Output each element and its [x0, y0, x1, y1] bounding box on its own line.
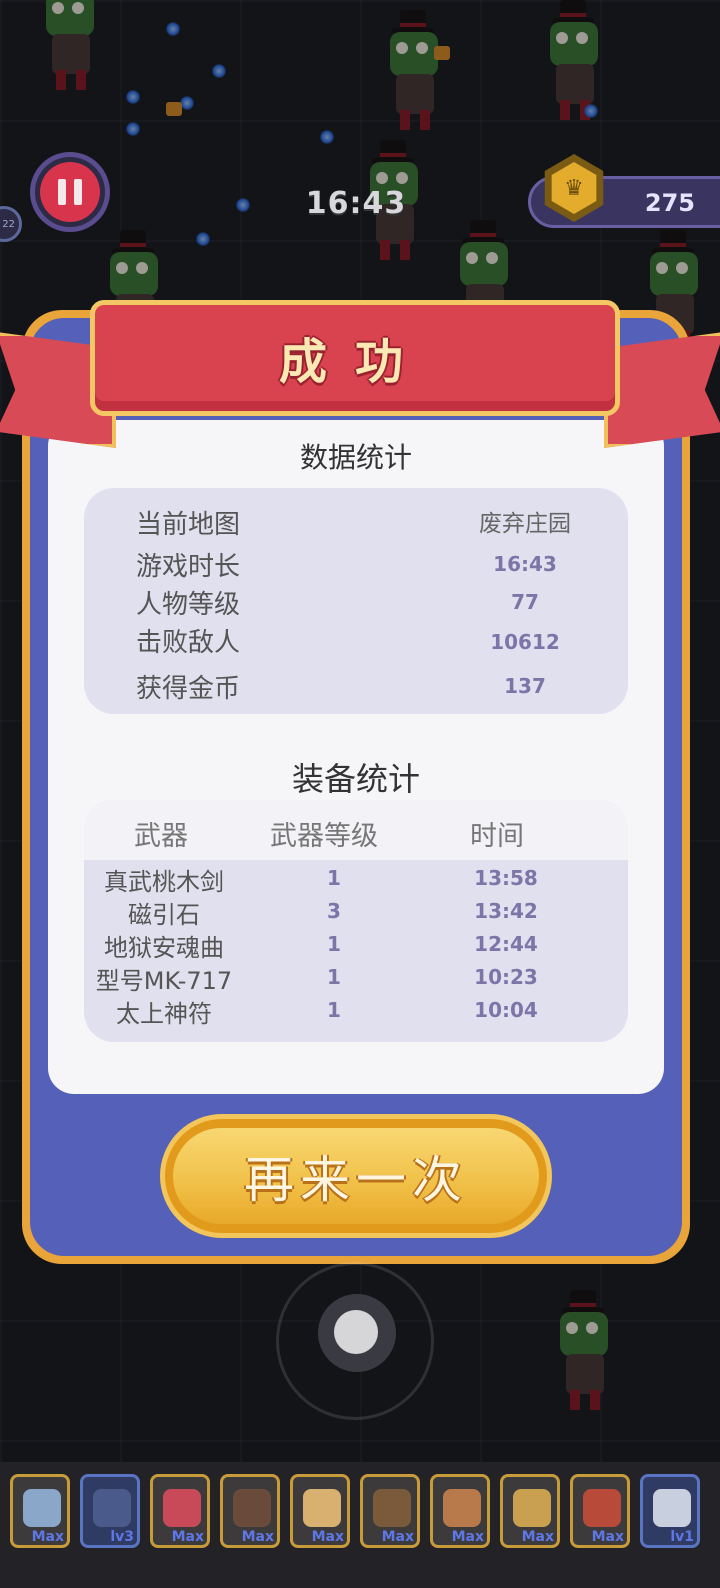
stat-label: 当前地图	[136, 510, 241, 540]
stat-label: 人物等级	[136, 590, 241, 620]
skill-slot: Max	[220, 1474, 280, 1548]
coin-value: 275	[644, 189, 695, 217]
stats-panel: 当前地图 废弃庄园 游戏时长 16:43 人物等级 77 击败敌人 10612 …	[84, 488, 628, 714]
skill-level: Max	[171, 1529, 204, 1545]
stat-value: 16:43	[493, 552, 557, 576]
stat-label: 获得金币	[136, 674, 241, 704]
weapon-level: 1	[327, 998, 341, 1022]
equip-title: 装备统计	[291, 760, 420, 798]
scroll-icon	[303, 1489, 341, 1527]
stat-row-map: 当前地图 废弃庄园	[84, 504, 628, 544]
stat-row-gold: 获得金币 137	[84, 668, 628, 708]
table-row: 地狱安魂曲 1 12:44	[84, 928, 628, 962]
stat-value: 137	[504, 674, 546, 698]
skill-slot: Max	[290, 1474, 350, 1548]
skill-level: Max	[381, 1529, 414, 1545]
stat-value: 77	[511, 590, 539, 614]
shield-icon	[373, 1489, 411, 1527]
table-row: 太上神符 1 10:04	[84, 994, 628, 1028]
skill-slot: Max	[570, 1474, 630, 1548]
joystick-knob[interactable]	[334, 1310, 378, 1354]
skill-slot: lv3	[80, 1474, 140, 1548]
weapon-level: 1	[327, 965, 341, 989]
weapon-name: 太上神符	[116, 1000, 212, 1028]
weapon-level: 1	[327, 932, 341, 956]
game-timer: 16:43	[305, 186, 407, 221]
skill-slot: Max	[150, 1474, 210, 1548]
spirit-icon	[93, 1489, 131, 1527]
skill-level: lv3	[110, 1529, 134, 1545]
table-header: 武器 武器等级 时间	[84, 800, 628, 860]
magnet-ring-icon	[163, 1489, 201, 1527]
stat-label: 击败敌人	[136, 628, 241, 658]
stats-title: 数据统计	[299, 441, 412, 474]
skill-level: Max	[521, 1529, 554, 1545]
sword-icon	[23, 1489, 61, 1527]
weapon-name: 型号MK-717	[95, 967, 233, 995]
weapon-name: 磁引石	[128, 901, 200, 929]
retry-button-label: 再来一次	[244, 1151, 468, 1209]
stat-row-kills: 击败敌人 10612	[84, 622, 628, 662]
table-row: 型号MK-717 1 10:23	[84, 961, 628, 995]
weapon-time: 10:23	[474, 965, 538, 989]
treasure-icon	[513, 1489, 551, 1527]
table-row: 磁引石 3 13:42	[84, 895, 628, 929]
stat-value: 废弃庄园	[479, 511, 571, 537]
stat-label: 游戏时长	[136, 552, 241, 582]
retry-button[interactable]: 再来一次	[160, 1114, 552, 1238]
weapon-level: 1	[327, 866, 341, 890]
ribbon-right-tail	[604, 332, 720, 448]
pause-button[interactable]	[30, 152, 110, 232]
skill-slot: Max	[500, 1474, 560, 1548]
weapon-time: 13:42	[474, 899, 538, 923]
stat-row-duration: 游戏时长 16:43	[84, 546, 628, 586]
header-weapon-level: 武器等级	[270, 821, 378, 852]
skill-slot: Max	[430, 1474, 490, 1548]
skill-level: Max	[241, 1529, 274, 1545]
skill-level: Max	[591, 1529, 624, 1545]
weapon-name: 真武桃木剑	[104, 868, 224, 896]
stat-value: 10612	[490, 630, 560, 654]
skill-slot: lv1	[640, 1474, 700, 1548]
result-title: 成功	[278, 334, 431, 390]
skill-level: Max	[451, 1529, 484, 1545]
table-row: 真武桃木剑 1 13:58	[84, 862, 628, 896]
weapon-level: 3	[327, 899, 341, 923]
weapon-name: 地狱安魂曲	[104, 934, 224, 962]
weapon-time: 10:04	[474, 998, 538, 1022]
dagger-icon	[583, 1489, 621, 1527]
header-time: 时间	[470, 821, 524, 852]
pause-icon	[40, 162, 100, 222]
skill-level: Max	[31, 1529, 64, 1545]
header-weapon: 武器	[134, 821, 188, 852]
weapon-time: 12:44	[474, 932, 538, 956]
weapon-time: 13:58	[474, 866, 538, 890]
skill-level: Max	[311, 1529, 344, 1545]
fist-icon	[443, 1489, 481, 1527]
cannon-icon	[233, 1489, 271, 1527]
staff-icon	[653, 1489, 691, 1527]
skill-slot: Max	[360, 1474, 420, 1548]
skill-level: lv1	[670, 1529, 694, 1545]
equipment-table: 武器 武器等级 时间 真武桃木剑 1 13:58 磁引石 3 13:42 地狱安…	[84, 800, 628, 1042]
stat-row-level: 人物等级 77	[84, 584, 628, 624]
skill-slot: Max	[10, 1474, 70, 1548]
